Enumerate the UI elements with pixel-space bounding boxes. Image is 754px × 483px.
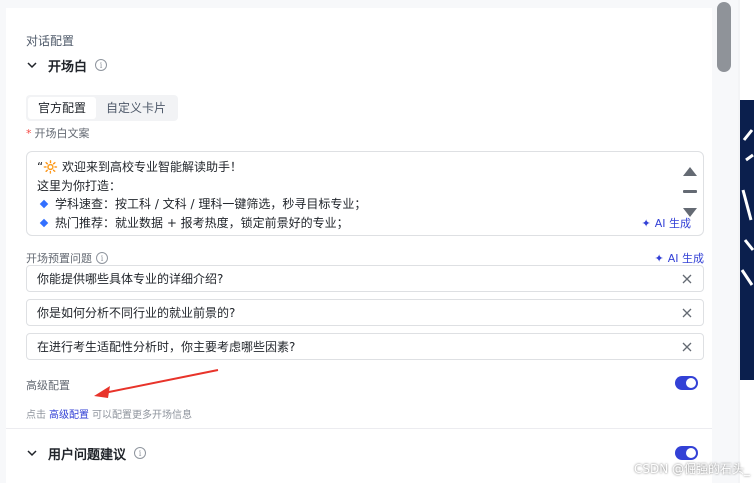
preset-questions-label: 开场预置问题: [26, 252, 92, 265]
bullet-text: 学科速查：按工科 / 文科 / 理科一键筛选，秒寻目标专业；: [55, 197, 367, 211]
advanced-config-toggle[interactable]: [675, 376, 698, 390]
chevron-down-icon[interactable]: [26, 447, 38, 459]
scrollbar-thumb[interactable]: [717, 2, 731, 72]
dialog-config-card: 对话配置 开场白 i 官方配置 自定义卡片 * 开场白文案 “🔆 欢迎来到高校专…: [6, 8, 712, 428]
bullet-item: 学科速查：按工科 / 文科 / 理科一键筛选，秒寻目标专业；: [37, 195, 693, 214]
bullet-text: 热门推荐：就业数据 + 报考热度，锁定前景好的专业；: [55, 215, 349, 230]
section-title: 对话配置: [26, 34, 75, 48]
ai-generate-label: AI 生成: [667, 252, 704, 265]
side-image-dark: [740, 100, 754, 380]
info-icon[interactable]: i: [95, 59, 108, 71]
sparkle-icon: ✦: [641, 217, 651, 230]
tab-official[interactable]: 官方配置: [28, 97, 97, 119]
page-scrollbar[interactable]: [712, 0, 738, 483]
close-icon[interactable]: [681, 341, 693, 353]
question-text: 在进行考生适配性分析时，你主要考虑哪些因素?: [37, 340, 296, 354]
suggestions-toggle[interactable]: [675, 446, 698, 460]
preset-question-input[interactable]: 你能提供哪些具体专业的详细介绍?: [26, 265, 704, 292]
toggle-knob: [686, 448, 696, 458]
required-mark: *: [26, 126, 32, 140]
opening-textarea[interactable]: “🔆 欢迎来到高校专业智能解读助手！ 这里为你打造： 学科速查：按工科 / 文科…: [26, 151, 704, 236]
close-icon[interactable]: [681, 307, 693, 319]
sparkle-icon: ✦: [654, 251, 664, 265]
suggestions-label: 用户问题建议: [48, 447, 127, 463]
question-text: 你是如何分析不同行业的就业前景的?: [37, 306, 236, 320]
opening-header[interactable]: 开场白 i: [26, 55, 108, 75]
hint-suffix: 可以配置更多开场信息: [92, 410, 192, 421]
ai-generate-questions-button[interactable]: ✦ AI 生成: [655, 250, 704, 266]
scroll-up-icon: [683, 167, 697, 176]
scroll-down-icon: [683, 208, 697, 217]
opening-line: 这里为你打造：: [37, 178, 122, 193]
watermark: CSDN @倔强的石头_: [633, 462, 750, 476]
advanced-config-link[interactable]: 高级配置: [49, 410, 89, 421]
preset-question-input[interactable]: 在进行考生适配性分析时，你主要考虑哪些因素?: [26, 333, 704, 360]
tab-custom-card[interactable]: 自定义卡片: [96, 97, 176, 119]
textarea-scroll-controls[interactable]: [682, 164, 698, 224]
close-icon[interactable]: [681, 273, 693, 285]
hint-prefix: 点击: [26, 410, 46, 421]
advanced-hint: 点击 高级配置 可以配置更多开场信息: [26, 406, 192, 421]
opening-tabs: 官方配置 自定义卡片: [26, 95, 179, 121]
chevron-down-icon[interactable]: [26, 59, 38, 71]
diamond-bullet-icon: [39, 200, 49, 209]
bullet-item: 热门推荐：就业数据 + 报考热度，锁定前景好的专业；: [37, 214, 693, 233]
preset-questions-header: 开场预置问题 i ✦ AI 生成: [26, 250, 704, 266]
suggestions-header[interactable]: 用户问题建议 i: [26, 443, 147, 463]
toggle-knob: [686, 378, 696, 388]
opening-text-label-text: 开场白文案: [34, 127, 90, 140]
opening-text-label: * 开场白文案: [26, 125, 90, 141]
suggestions-card: 用户问题建议 i: [6, 428, 712, 483]
info-icon[interactable]: i: [134, 447, 147, 459]
question-text: 你能提供哪些具体专业的详细介绍?: [37, 272, 224, 286]
preset-question-input[interactable]: 你是如何分析不同行业的就业前景的?: [26, 299, 704, 326]
info-icon[interactable]: i: [96, 252, 108, 264]
advanced-config-label: 高级配置: [26, 379, 70, 392]
opening-line: “🔆 欢迎来到高校专业智能解读助手！: [37, 160, 242, 174]
diamond-bullet-icon: [39, 218, 49, 227]
scroll-grip-icon: [683, 190, 697, 193]
opening-label: 开场白: [48, 59, 88, 75]
config-panel: 对话配置 开场白 i 官方配置 自定义卡片 * 开场白文案 “🔆 欢迎来到高校专…: [0, 0, 712, 483]
